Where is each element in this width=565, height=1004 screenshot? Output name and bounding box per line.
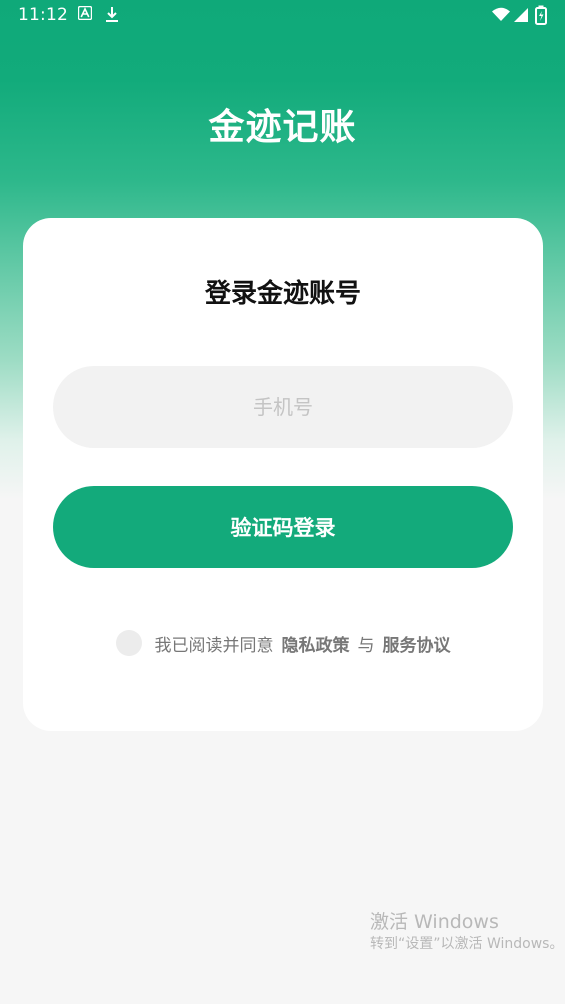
login-card: 登录金迹账号 验证码登录 我已阅读并同意 隐私政策 与 服务协议: [23, 218, 543, 731]
app-title: 金迹记账: [208, 107, 357, 148]
windows-activation-watermark: 激活 Windows 转到“设置”以激活 Windows。: [370, 910, 565, 954]
watermark-title: 激活 Windows: [370, 911, 499, 933]
sms-login-button[interactable]: 验证码登录: [53, 486, 513, 568]
wifi-icon: [491, 7, 510, 25]
agreement-joiner: 与: [357, 635, 375, 656]
card-title: 登录金迹账号: [204, 279, 361, 309]
status-bar: 11:12: [0, 0, 565, 32]
agreement-text: 我已阅读并同意: [154, 635, 274, 656]
status-time: 11:12: [18, 5, 68, 25]
cellular-icon: [513, 7, 531, 25]
download-icon: [104, 6, 122, 24]
a-notification-icon: [78, 6, 96, 24]
privacy-policy-link[interactable]: 隐私政策: [282, 631, 350, 656]
agreement-row: 我已阅读并同意 隐私政策 与 服务协议: [23, 628, 543, 658]
agreement-checkbox[interactable]: [115, 630, 142, 656]
watermark-subtitle: 转到“设置”以激活 Windows。: [370, 936, 564, 952]
service-agreement-link[interactable]: 服务协议: [383, 631, 451, 656]
phone-input[interactable]: [53, 366, 513, 448]
battery-icon: [535, 5, 553, 25]
